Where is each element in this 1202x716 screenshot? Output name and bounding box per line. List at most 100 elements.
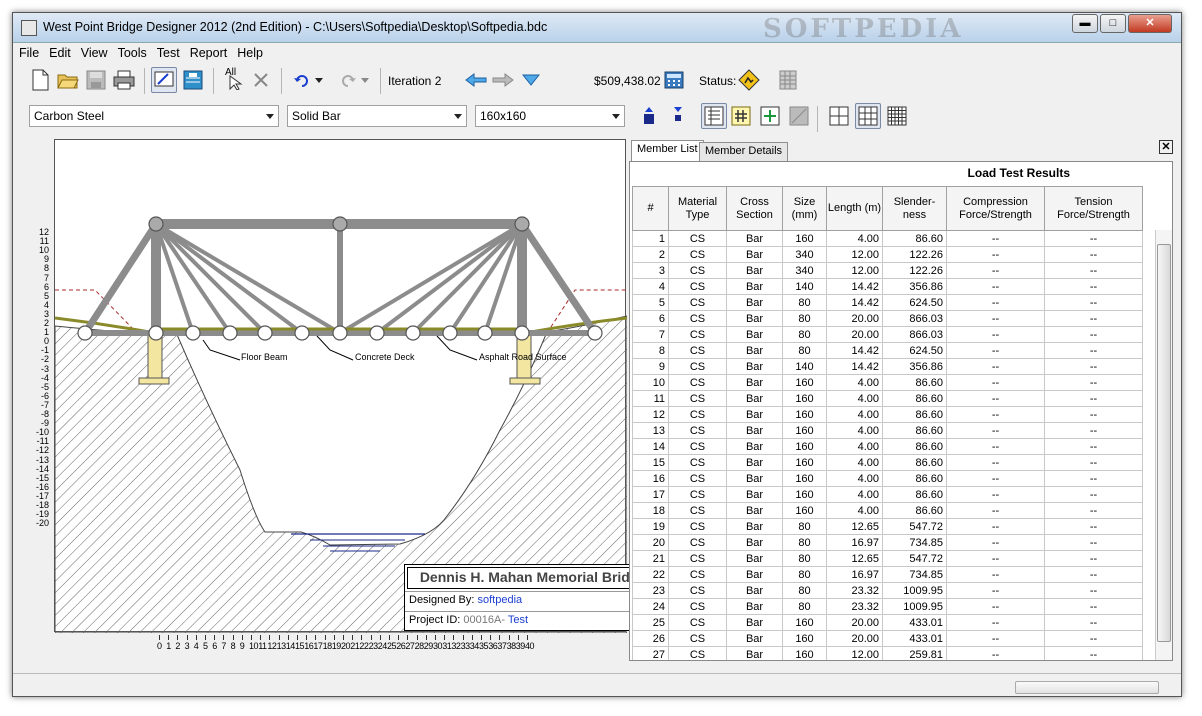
- table-row[interactable]: 17 CS Bar 160 4.00 86.60 -- --: [632, 486, 1143, 503]
- table-row[interactable]: 12 CS Bar 160 4.00 86.60 -- --: [632, 406, 1143, 423]
- table-row[interactable]: 19 CS Bar 80 12.65 547.72 -- --: [632, 518, 1143, 535]
- table-row[interactable]: 22 CS Bar 80 16.97 734.85 -- --: [632, 566, 1143, 583]
- table-cell: --: [946, 294, 1045, 311]
- table-row[interactable]: 8 CS Bar 80 14.42 624.50 -- --: [632, 342, 1143, 359]
- x-ruler-label: 35: [479, 641, 489, 651]
- column-header[interactable]: Size (mm): [782, 186, 827, 231]
- table-cell: 20.00: [826, 630, 883, 647]
- iteration-label[interactable]: Iteration 2: [388, 74, 441, 88]
- table-row[interactable]: 25 CS Bar 160 20.00 433.01 -- --: [632, 614, 1143, 631]
- vertical-scrollbar[interactable]: [1155, 230, 1172, 660]
- table-cell: --: [946, 550, 1045, 567]
- table-cell: 22: [632, 566, 669, 583]
- next-iteration-button[interactable]: [490, 67, 516, 93]
- menu-file[interactable]: File: [13, 44, 43, 60]
- increase-size-button[interactable]: [636, 103, 662, 129]
- table-row[interactable]: 20 CS Bar 80 16.97 734.85 -- --: [632, 534, 1143, 551]
- tab-member-list[interactable]: Member List: [631, 140, 704, 161]
- column-header[interactable]: Material Type: [668, 186, 727, 231]
- coarse-grid-button[interactable]: [826, 103, 852, 129]
- material-select[interactable]: Carbon Steel: [29, 105, 279, 127]
- menu-edit[interactable]: Edit: [43, 44, 75, 60]
- menu-tools[interactable]: Tools: [112, 44, 151, 60]
- table-row[interactable]: 13 CS Bar 160 4.00 86.60 -- --: [632, 422, 1143, 439]
- rulers-toggle[interactable]: [757, 103, 783, 129]
- table-cell: 86.60: [882, 438, 947, 455]
- menu-test[interactable]: Test: [151, 44, 184, 60]
- size-select[interactable]: 160x160: [475, 105, 625, 127]
- table-cell: Bar: [726, 422, 783, 439]
- table-row[interactable]: 1 CS Bar 160 4.00 86.60 -- --: [632, 230, 1143, 247]
- medium-grid-button[interactable]: [855, 103, 881, 129]
- menu-report[interactable]: Report: [184, 44, 232, 60]
- decrease-size-button[interactable]: [665, 103, 691, 129]
- table-row[interactable]: 16 CS Bar 160 4.00 86.60 -- --: [632, 470, 1143, 487]
- table-row[interactable]: 3 CS Bar 340 12.00 122.26 -- --: [632, 262, 1143, 279]
- x-ruler-tick: [269, 635, 271, 640]
- bridge-canvas[interactable]: Floor Beam Concrete Deck Asphalt Road Su…: [54, 139, 662, 634]
- table-row[interactable]: 26 CS Bar 160 20.00 433.01 -- --: [632, 630, 1143, 647]
- designer-name[interactable]: softpedia: [478, 594, 523, 606]
- table-cell: 86.60: [882, 470, 947, 487]
- table-row[interactable]: 23 CS Bar 80 23.32 1009.95 -- --: [632, 582, 1143, 599]
- bridge-drawing: Floor Beam Concrete Deck Asphalt Road Su…: [54, 216, 628, 634]
- column-header[interactable]: Slender- ness: [882, 186, 947, 231]
- table-cell: 1009.95: [882, 598, 947, 615]
- report-button[interactable]: [775, 67, 801, 93]
- save-button[interactable]: [83, 67, 109, 93]
- fine-grid-button[interactable]: [884, 103, 910, 129]
- x-ruler-tick: [508, 635, 510, 640]
- table-cell: --: [946, 358, 1045, 375]
- table-row[interactable]: 10 CS Bar 160 4.00 86.60 -- --: [632, 374, 1143, 391]
- drawing-board-button[interactable]: [151, 67, 177, 93]
- delete-button[interactable]: [248, 67, 274, 93]
- previous-iteration-button[interactable]: [463, 67, 489, 93]
- column-header[interactable]: Cross Section: [726, 186, 783, 231]
- minimize-button[interactable]: ▬: [1072, 14, 1098, 33]
- member-list-toggle[interactable]: [701, 103, 727, 129]
- close-button[interactable]: ✕: [1128, 14, 1172, 33]
- status-indicator[interactable]: [736, 67, 762, 93]
- table-row[interactable]: 4 CS Bar 140 14.42 356.86 -- --: [632, 278, 1143, 295]
- table-row[interactable]: 24 CS Bar 80 23.32 1009.95 -- --: [632, 598, 1143, 615]
- scrollbar-thumb[interactable]: [1157, 244, 1171, 642]
- table-cell: --: [1044, 342, 1143, 359]
- table-cell: --: [946, 582, 1045, 599]
- table-row[interactable]: 14 CS Bar 160 4.00 86.60 -- --: [632, 438, 1143, 455]
- table-row[interactable]: 15 CS Bar 160 4.00 86.60 -- --: [632, 454, 1143, 471]
- menu-view[interactable]: View: [75, 44, 112, 60]
- template-toggle[interactable]: [786, 103, 812, 129]
- cost-calculator-button[interactable]: [661, 67, 687, 93]
- table-row[interactable]: 5 CS Bar 80 14.42 624.50 -- --: [632, 294, 1143, 311]
- menu-help[interactable]: Help: [231, 44, 267, 60]
- column-header[interactable]: #: [632, 186, 669, 231]
- undo-dropdown[interactable]: [311, 67, 327, 93]
- new-file-button[interactable]: [27, 67, 53, 93]
- table-row[interactable]: 2 CS Bar 340 12.00 122.26 -- --: [632, 246, 1143, 263]
- table-row[interactable]: 27 CS Bar 160 12.00 259.81 -- --: [632, 646, 1143, 660]
- table-row[interactable]: 21 CS Bar 80 12.65 547.72 -- --: [632, 550, 1143, 567]
- member-numbers-toggle[interactable]: [728, 103, 754, 129]
- tab-member-details[interactable]: Member Details: [699, 142, 789, 161]
- open-file-button[interactable]: [55, 67, 81, 93]
- print-button[interactable]: [111, 67, 137, 93]
- table-cell: --: [1044, 582, 1143, 599]
- maximize-button[interactable]: □: [1100, 14, 1126, 33]
- column-header[interactable]: Length (m): [826, 186, 883, 231]
- table-row[interactable]: 11 CS Bar 160 4.00 86.60 -- --: [632, 390, 1143, 407]
- table-row[interactable]: 6 CS Bar 80 20.00 866.03 -- --: [632, 310, 1143, 327]
- load-test-button[interactable]: [180, 67, 206, 93]
- table-cell: 10: [632, 374, 669, 391]
- column-header[interactable]: Tension Force/Strength: [1044, 186, 1143, 231]
- table-cell: 14: [632, 438, 669, 455]
- column-header[interactable]: Compression Force/Strength: [946, 186, 1045, 231]
- project-id-input[interactable]: Test: [508, 614, 528, 626]
- section-select[interactable]: Solid Bar: [287, 105, 467, 127]
- panel-close-button[interactable]: ✕: [1159, 140, 1173, 154]
- table-row[interactable]: 9 CS Bar 140 14.42 356.86 -- --: [632, 358, 1143, 375]
- redo-dropdown[interactable]: [357, 67, 373, 93]
- select-all-button[interactable]: All: [221, 67, 247, 93]
- table-row[interactable]: 7 CS Bar 80 20.00 866.03 -- --: [632, 326, 1143, 343]
- table-row[interactable]: 18 CS Bar 160 4.00 86.60 -- --: [632, 502, 1143, 519]
- iteration-browser-button[interactable]: [518, 67, 544, 93]
